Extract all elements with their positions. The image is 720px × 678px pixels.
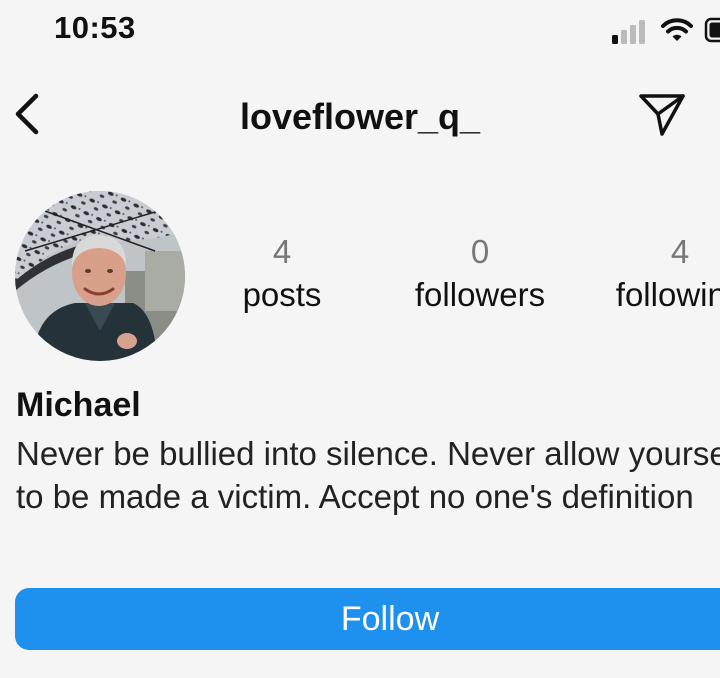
profile-avatar[interactable]: [15, 191, 185, 361]
battery-icon: [704, 17, 720, 43]
status-bar: 10:53: [0, 0, 720, 60]
share-button[interactable]: [636, 92, 688, 138]
followers-count-value: 0: [470, 233, 490, 270]
profile-username-title: loveflower_q_: [239, 96, 481, 137]
followers-count-label: followers: [414, 276, 546, 313]
follow-button[interactable]: Follow: [15, 588, 720, 650]
status-time: 10:53: [54, 10, 136, 45]
paper-plane-icon: [639, 94, 685, 136]
profile-bio: Never be bullied into silence. Never all…: [16, 435, 720, 515]
following-count-value: 4: [670, 233, 690, 270]
posts-count-label: posts: [242, 276, 322, 313]
avatar-photo: [15, 191, 185, 361]
wifi-icon: [661, 18, 693, 41]
followers-count[interactable]: 0 followers: [400, 232, 560, 318]
posts-count[interactable]: 4 posts: [222, 232, 342, 318]
profile-header: loveflower_q_: [0, 80, 720, 150]
cellular-signal-icon: [612, 20, 645, 44]
posts-count-value: 4: [272, 233, 292, 270]
following-count[interactable]: 4 following: [600, 232, 720, 318]
following-count-label: following: [615, 276, 720, 313]
profile-display-name: Michael: [16, 386, 141, 424]
follow-button-label: Follow: [340, 600, 440, 638]
